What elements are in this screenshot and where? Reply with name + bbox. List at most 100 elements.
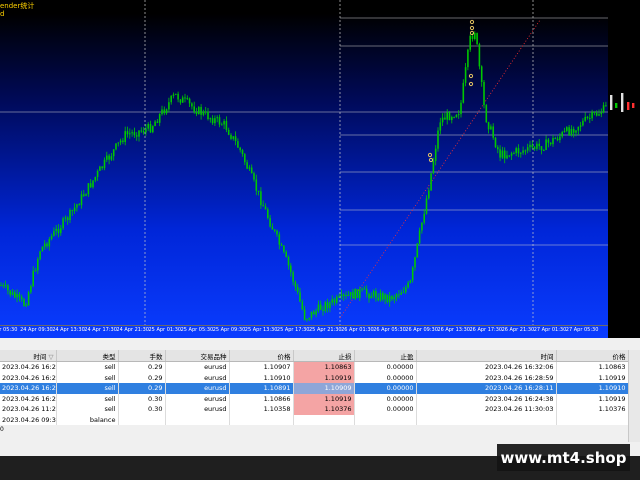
candle-body bbox=[179, 99, 182, 103]
candle-body bbox=[446, 112, 448, 120]
candle-body bbox=[234, 136, 237, 142]
candle-body bbox=[471, 35, 474, 40]
candle-body bbox=[122, 140, 124, 143]
col-type[interactable]: 类型 bbox=[56, 350, 119, 362]
candle-body bbox=[600, 112, 603, 115]
candle-body bbox=[16, 294, 18, 298]
cell-empty bbox=[165, 414, 230, 425]
candle-body bbox=[377, 297, 379, 301]
table-row[interactable]: 2023.04.26 16:28:39sell0.29eurusd1.10910… bbox=[0, 372, 629, 383]
candle-body bbox=[30, 286, 32, 293]
candle-body bbox=[340, 294, 343, 297]
candle-body bbox=[209, 118, 212, 120]
candle-body bbox=[306, 319, 308, 321]
candle-body bbox=[363, 288, 366, 290]
candle-body bbox=[451, 116, 453, 121]
cell-lots: 0.30 bbox=[118, 393, 166, 404]
cell-tp: 0.00000 bbox=[354, 372, 417, 383]
candle-body bbox=[133, 132, 136, 136]
col-tp[interactable]: 止盈 bbox=[354, 350, 417, 362]
col-symbol[interactable]: 交易品种 bbox=[165, 350, 230, 362]
candle-body bbox=[531, 144, 534, 148]
candle-body bbox=[349, 292, 352, 296]
table-row[interactable]: 2023.04.26 11:29:29sell0.30eurusd1.10358… bbox=[0, 404, 629, 415]
time-axis-line bbox=[0, 325, 608, 326]
cell-empty bbox=[293, 414, 355, 425]
table-row[interactable]: 2023.04.26 16:24:29sell0.30eurusd1.10866… bbox=[0, 393, 629, 404]
candle-body bbox=[156, 121, 159, 123]
x-tick-label: 24 Apr 21:30 bbox=[116, 327, 149, 333]
candle-body bbox=[41, 246, 44, 252]
candle-body bbox=[584, 116, 586, 121]
col-open-time[interactable]: 时间 ▽ bbox=[0, 350, 57, 362]
candle-body bbox=[280, 244, 283, 246]
cell-open-time: 2023.04.26 16:24:29 bbox=[0, 393, 57, 404]
candle-body bbox=[515, 148, 517, 153]
cell-open-time: 2023.04.26 16:28:39 bbox=[0, 372, 57, 383]
candle-body bbox=[43, 243, 46, 247]
cell-close-price: 1.10863 bbox=[556, 361, 629, 373]
candle-body bbox=[563, 130, 566, 133]
x-tick-label: 24 Apr 17:30 bbox=[84, 327, 117, 333]
candle-body bbox=[241, 150, 244, 155]
candle-body bbox=[131, 132, 133, 134]
candle-body bbox=[538, 143, 540, 147]
candle-body bbox=[147, 124, 149, 129]
cell-tp: 0.00000 bbox=[354, 383, 417, 394]
col-sl[interactable]: 止损 bbox=[293, 350, 355, 362]
cell-type: balance bbox=[56, 414, 119, 425]
candle-body bbox=[478, 44, 481, 67]
candle-body bbox=[432, 160, 435, 174]
cell-lots: 0.30 bbox=[118, 404, 166, 415]
candle-body bbox=[428, 190, 430, 199]
cell-empty bbox=[556, 414, 629, 425]
candle-body bbox=[556, 138, 559, 141]
candle-body bbox=[632, 103, 635, 108]
candle-body bbox=[32, 270, 34, 287]
x-tick-label: 25 Apr 05:30 bbox=[180, 327, 214, 333]
candle-body bbox=[299, 292, 301, 302]
table-row[interactable]: 2023.04.26 16:27:48sell0.29eurusd1.10891… bbox=[0, 383, 629, 394]
col-lots[interactable]: 手数 bbox=[118, 350, 166, 362]
candle-body bbox=[138, 130, 140, 137]
cell-symbol: eurusd bbox=[165, 383, 230, 394]
price-chart[interactable]: ender统计 d 1 Apr 05:3024 Apr 09:3024 Apr … bbox=[0, 0, 640, 338]
candle-body bbox=[149, 124, 152, 133]
table-row[interactable]: 2023.04.26 16:29:08sell0.29eurusd1.10907… bbox=[0, 361, 629, 373]
candle-body bbox=[462, 82, 465, 103]
candle-body bbox=[69, 210, 71, 221]
col-close-price[interactable]: 价格 bbox=[556, 350, 629, 362]
candle-body bbox=[244, 154, 246, 163]
candle-body bbox=[87, 183, 90, 195]
candle-body bbox=[547, 139, 550, 143]
candle-body bbox=[292, 272, 294, 282]
candle-body bbox=[216, 117, 218, 119]
candle-body bbox=[589, 118, 591, 120]
candle-body bbox=[536, 143, 538, 149]
table-row-balance[interactable]: 2023.04.26 09:30:11balance bbox=[0, 414, 629, 425]
candle-body bbox=[106, 155, 108, 160]
candle-body bbox=[142, 130, 145, 133]
x-tick-label: 26 Apr 17:30 bbox=[469, 327, 503, 333]
cell-type: sell bbox=[56, 361, 119, 373]
col-price[interactable]: 价格 bbox=[229, 350, 294, 362]
x-tick-label: 24 Apr 13:30 bbox=[52, 327, 85, 333]
x-tick-label: 26 Apr 01:30 bbox=[341, 327, 374, 333]
candle-body bbox=[492, 126, 494, 138]
candle-body bbox=[508, 155, 511, 157]
candle-body bbox=[119, 140, 122, 143]
x-tick-label: 25 Apr 09:30 bbox=[212, 327, 246, 333]
candle-body bbox=[487, 122, 490, 130]
candle-body bbox=[356, 289, 359, 298]
candle-body bbox=[110, 156, 113, 160]
cell-symbol: eurusd bbox=[165, 404, 230, 415]
terminal-scrollbar[interactable] bbox=[628, 350, 640, 442]
x-tick-label: 25 Apr 21:30 bbox=[309, 327, 342, 333]
cell-open-time: 2023.04.26 11:29:29 bbox=[0, 404, 57, 415]
candle-body bbox=[4, 285, 7, 287]
col-close-time[interactable]: 时间 bbox=[416, 350, 557, 362]
candle-body bbox=[497, 147, 499, 150]
candle-body bbox=[168, 102, 170, 110]
candle-body bbox=[579, 125, 582, 127]
x-tick-label: 26 Apr 05:30 bbox=[373, 327, 406, 333]
